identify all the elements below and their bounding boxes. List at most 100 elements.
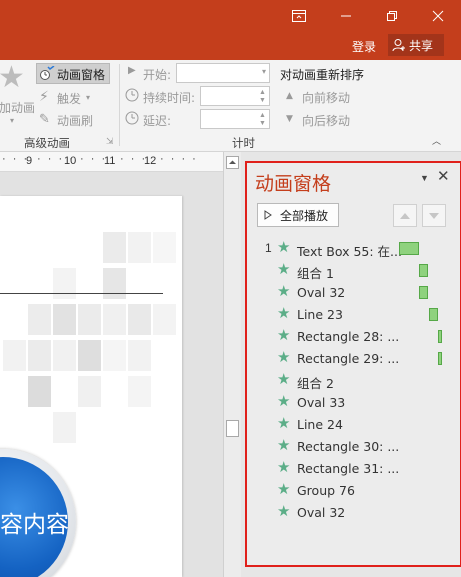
spin-down-icon[interactable]: ▼ [259,97,267,105]
animation-item-label: 组合 2 [297,376,334,391]
start-icon: ▶ [128,65,136,76]
decor-square [103,340,126,371]
add-animation-dropdown-icon[interactable]: ▾ [10,116,14,125]
ribbon-display-options-icon[interactable] [276,0,322,32]
spin-up-icon[interactable]: ▲ [259,112,267,120]
chevron-down-icon: ▾ [261,67,266,76]
vertical-scrollbar[interactable] [223,152,241,577]
add-animation-button[interactable]: 加动画 [0,99,35,116]
decor-square [28,304,51,335]
ribbon-separator [119,64,120,146]
animation-pane: 动画窗格 ▼ ✕ 全部播放 1 ★ Text Box 55: 在... ★ 组合 1 ★ O… [245,161,461,567]
animation-painter-button[interactable]: 动画刷 [57,112,93,129]
animation-list-item[interactable]: ★ Group 76 [247,479,460,501]
decor-square [128,304,151,335]
decor-square [78,304,101,335]
share-button[interactable]: 共享 [388,34,444,56]
animation-pane-icon [39,65,55,81]
trigger-button[interactable]: 触发 [57,90,81,107]
delay-clock-icon [125,111,139,128]
entrance-effect-star-icon: ★ [277,481,291,498]
play-all-label: 全部播放 [280,208,329,223]
animation-list-item[interactable]: ★ Oval 33 [247,391,460,413]
triangle-up-icon [400,212,410,219]
move-up-button[interactable] [393,204,417,227]
advanced-animation-group-label: 高级动画 [24,136,70,150]
restore-icon[interactable] [369,0,415,32]
spin-up-icon[interactable]: ▲ [259,89,267,97]
entrance-effect-star-icon: ★ [277,327,291,344]
entrance-effect-star-icon: ★ [277,239,291,256]
decor-square [3,340,26,371]
move-earlier-icon: ▲ [286,91,293,101]
pane-options-chevron-icon[interactable]: ▼ [420,173,429,183]
entrance-effect-star-icon: ★ [277,393,291,410]
animation-list-item[interactable]: ★ Rectangle 28: ... [247,325,460,347]
timeline-bar[interactable] [429,308,438,321]
scroll-up-button[interactable] [226,156,239,169]
timeline-bar[interactable] [438,352,442,365]
entrance-effect-star-icon: ★ [277,503,291,520]
person-icon [392,39,405,52]
add-animation-star-icon[interactable]: ★ [0,63,25,93]
decor-square [53,412,76,443]
trigger-icon: ⚡ [39,89,49,105]
animation-list-item[interactable]: ★ Oval 32 [247,501,460,523]
animation-order-number: 1 [265,241,272,255]
slide-divider-line[interactable] [0,293,163,294]
animation-pane-label: 动画窗格 [57,68,106,82]
decor-square [78,340,101,371]
spin-down-icon[interactable]: ▼ [259,120,267,128]
ruler-tick: 10 [64,155,77,167]
animation-painter-icon: ✎ [39,112,50,127]
entrance-effect-star-icon: ★ [277,415,291,432]
slide-canvas[interactable]: 容内容 [0,172,223,577]
timeline-bar[interactable] [438,330,442,343]
animation-item-label: Oval 32 [297,505,346,520]
animation-item-label: Rectangle 30: ... [297,439,400,454]
animation-list-item[interactable]: ★ 组合 1 [247,259,460,281]
collapse-ribbon-icon[interactable]: ︿ [432,134,441,147]
start-select[interactable]: ▾ [176,63,270,83]
animation-pane-title: 动画窗格 [255,173,332,195]
delay-input[interactable]: ▲ ▼ [200,109,270,129]
move-later-button[interactable]: 向后移动 [302,112,350,129]
animation-list-item[interactable]: ★ Rectangle 30: ... [247,435,460,457]
animation-item-label: Oval 32 [297,285,346,300]
entrance-effect-star-icon: ★ [277,459,291,476]
animation-list-item[interactable]: ★ Line 24 [247,413,460,435]
animation-list-item[interactable]: ★ Rectangle 29: ... [247,347,460,369]
animation-list-item[interactable]: ★ Oval 32 [247,281,460,303]
timeline-bar[interactable] [399,242,419,255]
delay-label: 延迟: [143,114,172,128]
minimize-icon[interactable] [323,0,369,32]
decor-square [53,340,76,371]
ruler-tick: 12 [144,155,157,167]
timeline-bar[interactable] [419,264,428,277]
animation-list-item[interactable]: 1 ★ Text Box 55: 在... [247,237,460,259]
move-earlier-button[interactable]: 向前移动 [302,89,350,106]
entrance-effect-star-icon: ★ [277,261,291,278]
decor-square [128,376,151,407]
play-all-button[interactable]: 全部播放 [257,203,339,227]
timeline-bar[interactable] [419,286,428,299]
close-icon[interactable] [415,0,461,32]
animation-item-label: Rectangle 28: ... [297,329,400,344]
ruler-tick: 9 [26,155,33,167]
move-down-button[interactable] [422,204,446,227]
animation-item-label: Oval 33 [297,395,346,410]
trigger-dropdown-icon[interactable]: ▾ [86,93,90,102]
scroll-thumb[interactable] [226,420,239,437]
animation-list-item[interactable]: ★ Line 23 [247,303,460,325]
duration-input[interactable]: ▲ ▼ [200,86,270,106]
animation-list-item[interactable]: ★ Rectangle 31: ... [247,457,460,479]
animation-item-label: Rectangle 31: ... [297,461,400,476]
animation-list-item[interactable]: ★ 组合 2 [247,369,460,391]
slide[interactable]: 容内容 [0,196,182,577]
decor-square [103,304,126,335]
login-link[interactable]: 登录 [352,38,376,55]
animation-item-label: Group 76 [297,483,355,498]
advanced-dialog-launcher-icon[interactable]: ⇲ [106,137,114,147]
circle-text[interactable]: 容内容 [0,505,69,539]
pane-close-icon[interactable]: ✕ [437,167,450,185]
